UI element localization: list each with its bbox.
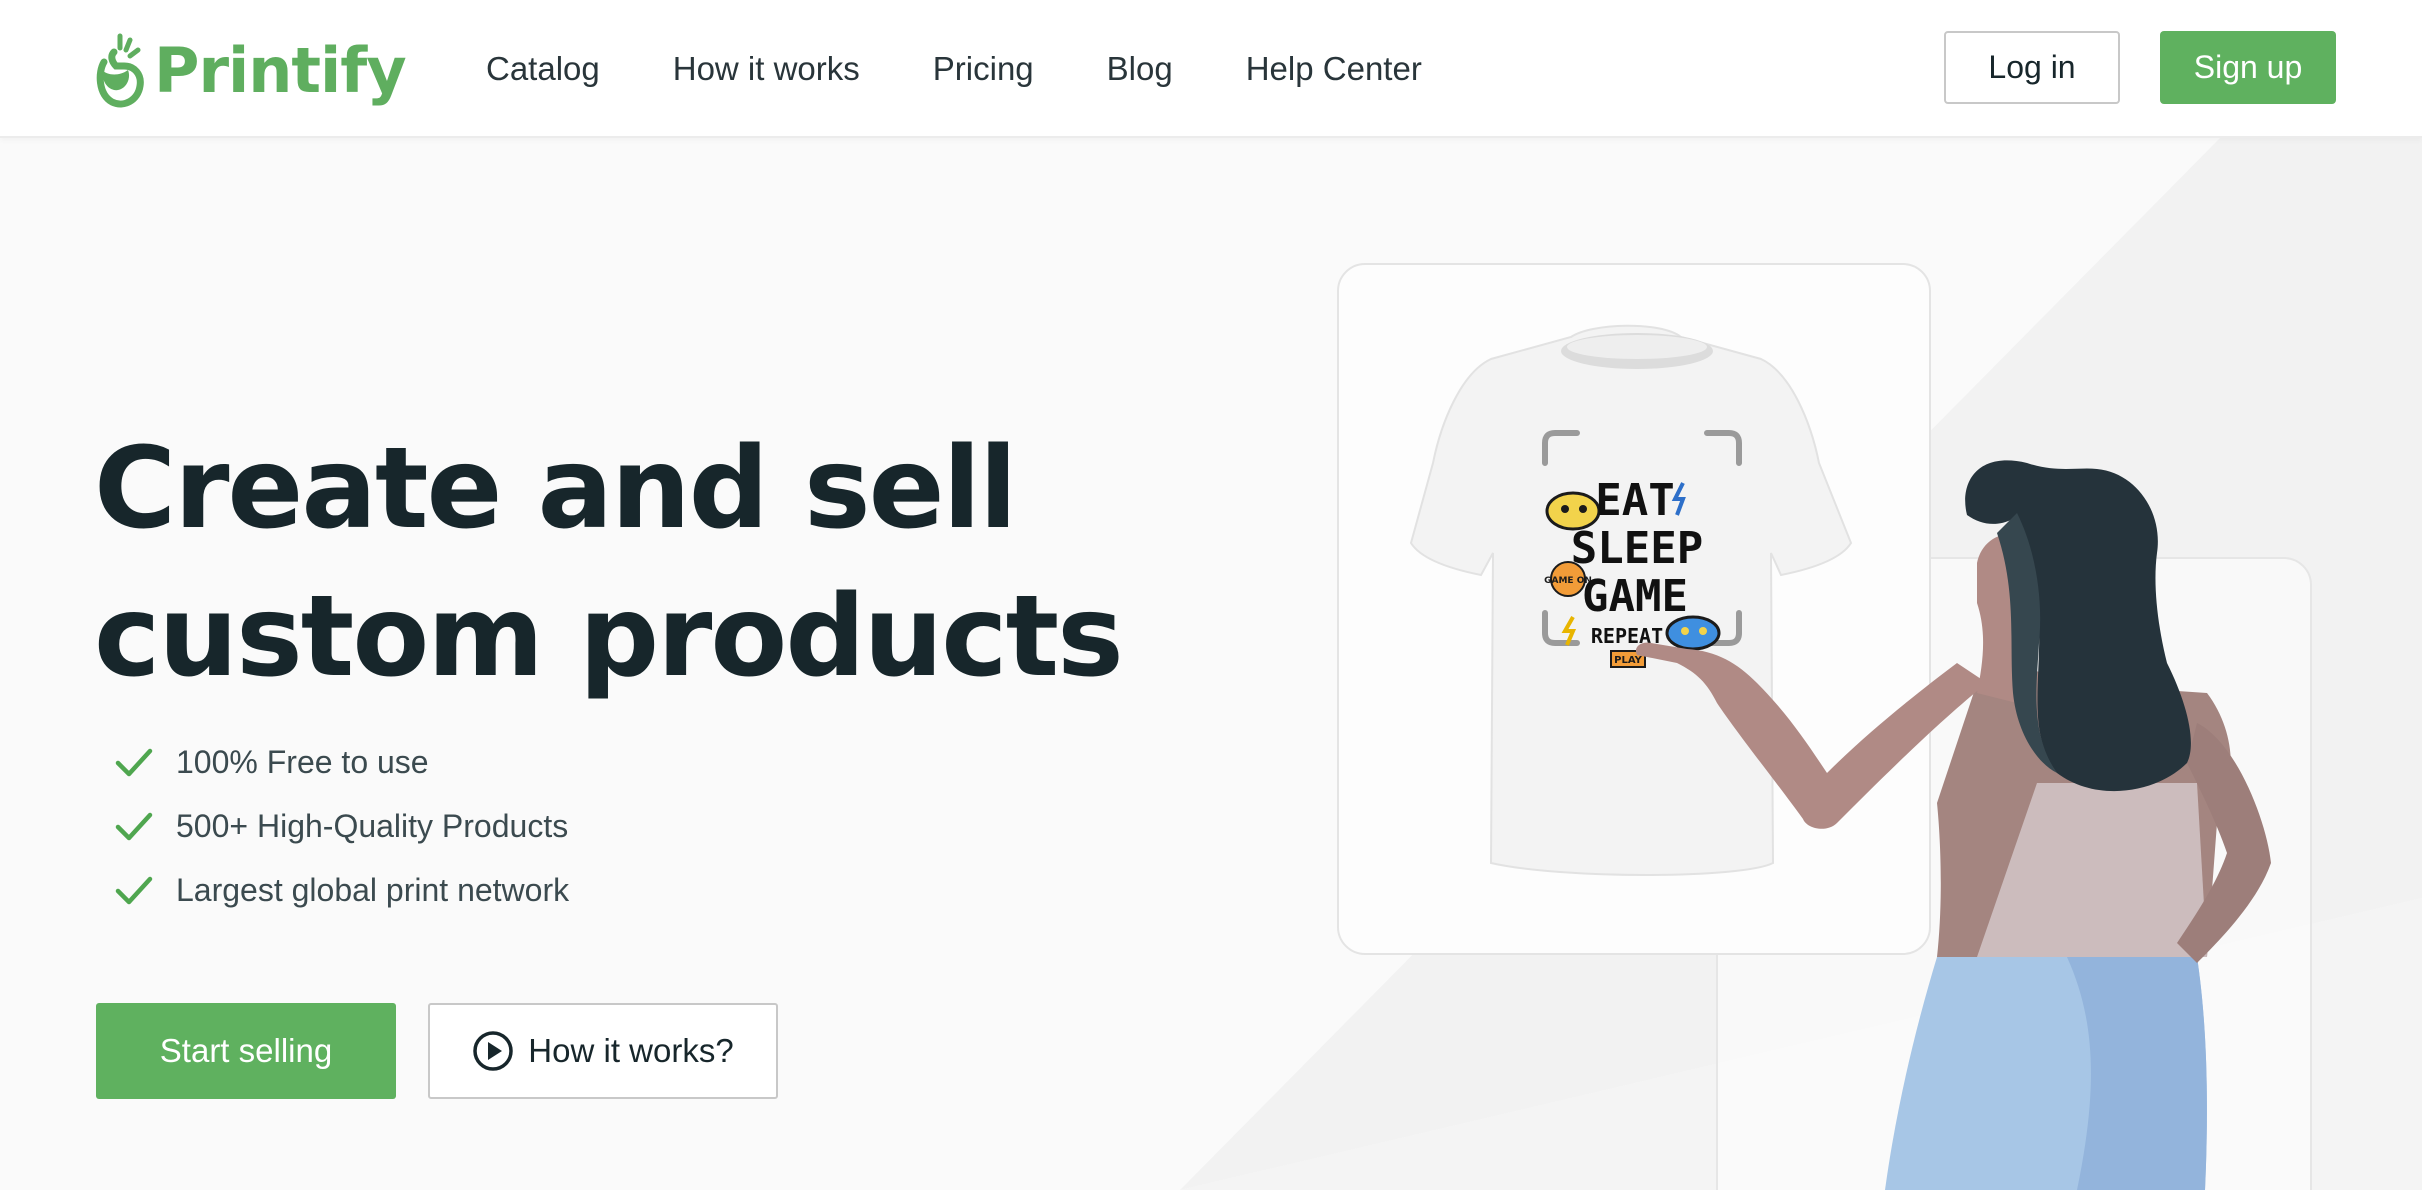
check-icon: [115, 812, 153, 841]
nav-blog[interactable]: Blog: [1107, 46, 1173, 92]
list-item: 100% Free to use: [114, 730, 569, 794]
how-it-works-label: How it works?: [528, 1032, 734, 1069]
site-header: Printify Catalog How it works Pricing Bl…: [0, 0, 2422, 138]
play-circle-icon: [473, 1031, 514, 1071]
check-icon: [115, 876, 153, 905]
check-icon: [115, 748, 153, 777]
feature-text: 100% Free to use: [176, 743, 429, 780]
login-button[interactable]: Log in: [1944, 31, 2120, 104]
feature-text: Largest global print network: [176, 871, 570, 908]
nav-catalog[interactable]: Catalog: [486, 46, 600, 92]
printify-logo[interactable]: Printify: [94, 30, 407, 110]
hero-title-line-2: custom products: [94, 572, 1124, 702]
feature-list: 100% Free to use 500+ High-Quality Produ…: [114, 730, 569, 922]
nav-how-it-works[interactable]: How it works: [673, 46, 860, 92]
feature-text: 500+ High-Quality Products: [176, 807, 569, 844]
product-card: [1337, 263, 1931, 955]
start-selling-button[interactable]: Start selling: [96, 1003, 396, 1099]
hero-title-line-1: Create and sell: [94, 424, 1017, 554]
list-item: Largest global print network: [114, 858, 569, 922]
nav-help-center[interactable]: Help Center: [1246, 46, 1422, 92]
list-item: 500+ High-Quality Products: [114, 794, 569, 858]
how-it-works-button[interactable]: How it works?: [428, 1003, 778, 1099]
main-nav: Catalog How it works Pricing Blog Help C…: [486, 46, 1422, 92]
printify-logo-icon: [96, 33, 144, 108]
nav-pricing[interactable]: Pricing: [933, 46, 1034, 92]
signup-button[interactable]: Sign up: [2160, 31, 2336, 104]
brand-name: Printify: [154, 33, 407, 107]
hero-title: Create and sell custom products: [94, 415, 1194, 711]
